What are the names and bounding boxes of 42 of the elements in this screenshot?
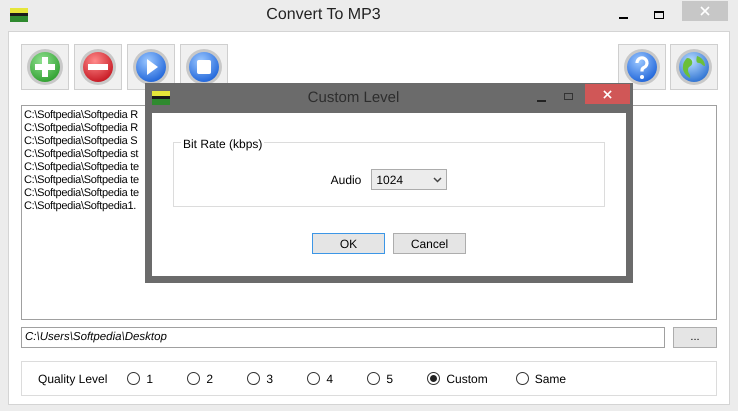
help-icon xyxy=(623,48,661,86)
close-icon xyxy=(700,6,710,16)
toolbar-button[interactable] xyxy=(670,44,718,90)
caret-icon xyxy=(433,176,442,182)
minus-icon xyxy=(79,48,117,86)
quality-radio[interactable]: Same xyxy=(516,370,566,388)
audio-label: Audio xyxy=(330,172,362,188)
quality-radio[interactable]: 2 xyxy=(187,370,220,388)
app-icon xyxy=(152,91,170,105)
file-item[interactable]: C:\Softpedia\Softpedia R xyxy=(24,109,138,122)
file-item[interactable]: C:\Softpedia\Softpedia R xyxy=(24,122,138,135)
toolbar-button[interactable] xyxy=(618,44,666,90)
browse-button[interactable]: ... xyxy=(673,327,717,348)
toolbar-button[interactable] xyxy=(74,44,122,90)
quality-radio[interactable]: Custom xyxy=(427,370,488,388)
app-icon xyxy=(10,8,28,22)
quality-label: Quality Level xyxy=(38,370,108,388)
toolbar-button[interactable] xyxy=(21,44,69,90)
quality-radio[interactable]: 4 xyxy=(307,370,340,388)
quality-radio[interactable]: 1 xyxy=(127,370,160,388)
file-item[interactable]: C:\Softpedia\Softpedia te xyxy=(24,161,139,174)
close-button[interactable] xyxy=(585,84,630,104)
plus-icon xyxy=(26,48,64,86)
quality-radio[interactable]: 5 xyxy=(367,370,400,388)
stop-icon xyxy=(185,48,223,86)
audio-bitrate-dropdown[interactable]: 1024 xyxy=(371,169,448,190)
file-item[interactable]: C:\Softpedia\Softpedia te xyxy=(24,174,139,187)
file-item[interactable]: C:\Softpedia\Softpedia st xyxy=(24,148,138,161)
file-item[interactable]: C:\Softpedia\Softpedia1. xyxy=(24,200,136,213)
quality-radio[interactable]: 3 xyxy=(247,370,280,388)
dialog-title: Custom Level xyxy=(308,88,400,108)
maximize-icon[interactable] xyxy=(654,11,664,19)
globe-icon xyxy=(675,48,713,86)
output-path-field[interactable]: C:\Users\Softpedia\Desktop xyxy=(21,327,665,348)
close-icon xyxy=(603,90,612,98)
play-icon xyxy=(132,48,170,86)
dialog-button[interactable]: Cancel xyxy=(393,233,466,254)
dialog-button[interactable]: OK xyxy=(312,233,385,254)
window-title: Convert To MP3 xyxy=(266,5,381,25)
toolbar-button[interactable] xyxy=(127,44,175,90)
file-item[interactable]: C:\Softpedia\Softpedia S xyxy=(24,135,138,148)
file-item[interactable]: C:\Softpedia\Softpedia te xyxy=(24,187,139,200)
